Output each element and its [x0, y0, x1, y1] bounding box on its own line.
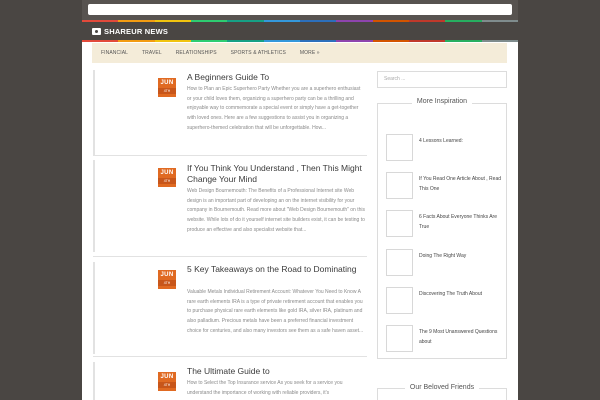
post-thumbnail[interactable] — [386, 210, 413, 237]
inspiration-link[interactable]: If You Read One Article About , Read Thi… — [419, 174, 504, 194]
site-name: SHAREUR NEWS — [104, 26, 169, 36]
camera-icon — [92, 27, 101, 35]
color-strip-segment — [82, 40, 119, 42]
nav-item-more[interactable]: MORE » — [293, 50, 327, 56]
color-strip-segment — [118, 40, 155, 42]
post-excerpt: Valuable Metals Individual Retirement Ac… — [187, 289, 364, 334]
date-badge: JUN 4TH — [158, 78, 176, 97]
sidebar-search-input[interactable]: Search ... — [377, 71, 507, 88]
post-thumbnail[interactable] — [386, 325, 413, 352]
post-thumbnail[interactable] — [386, 249, 413, 276]
post-divider — [93, 155, 367, 156]
top-bar — [82, 0, 518, 20]
post-thumbnail[interactable] — [386, 172, 413, 199]
post-title[interactable]: The Ultimate Guide to — [187, 366, 365, 377]
color-strip-segment — [299, 40, 337, 42]
inspiration-link[interactable]: Discovering The Truth About — [419, 289, 504, 299]
post-divider — [93, 356, 367, 357]
nav-item-financial[interactable]: FINANCIAL — [92, 50, 135, 56]
date-day: 4TH — [158, 178, 176, 184]
date-day: 4TH — [158, 280, 176, 286]
widget-title-text: Our Beloved Friends — [404, 384, 480, 391]
more-inspiration-title: More Inspiration — [377, 98, 507, 105]
color-strip-segment — [481, 40, 518, 42]
site-header: SHAREUR NEWS — [82, 22, 518, 40]
post-excerpt: How to Select the Top Insurance service … — [187, 380, 343, 396]
category-nav: FINANCIAL TRAVEL RELATIONSHIPS SPORTS & … — [92, 43, 507, 63]
color-strip-segment — [190, 40, 228, 42]
date-month: JUN — [160, 272, 174, 278]
color-strip-segment — [445, 40, 482, 42]
post-divider — [93, 256, 367, 257]
post-excerpt: Web Design Bournemouth: The Benefits of … — [187, 188, 366, 233]
post-thumbnail[interactable] — [386, 134, 413, 161]
inspiration-link[interactable]: The 9 Most Unanswered Questions about — [419, 327, 504, 347]
post-title[interactable]: A Beginners Guide To — [187, 72, 365, 83]
widget-title-text: More Inspiration — [411, 98, 473, 105]
color-strip-segment — [227, 40, 264, 42]
nav-item-travel[interactable]: TRAVEL — [135, 50, 169, 56]
post-title[interactable]: 5 Key Takeaways on the Road to Dominatin… — [187, 264, 365, 275]
color-strip-segment — [263, 40, 300, 42]
beloved-friends-title: Our Beloved Friends — [377, 384, 507, 391]
inspiration-link[interactable]: 6 Facts About Everyone Thinks Are True — [419, 212, 504, 232]
color-strip-segment — [408, 40, 446, 42]
color-strip-segment — [154, 40, 191, 42]
date-month: JUN — [160, 80, 174, 86]
date-month: JUN — [160, 170, 174, 176]
color-strip-content — [82, 40, 518, 42]
date-badge: JUN 4TH — [158, 168, 176, 187]
top-search-input[interactable] — [88, 4, 512, 15]
date-day: 4TH — [158, 382, 176, 388]
date-day: 4TH — [158, 88, 176, 94]
inspiration-link[interactable]: 4 Lessons Learned: — [419, 136, 504, 146]
date-month: JUN — [160, 374, 174, 380]
color-strip-segment — [336, 40, 373, 42]
site-logo[interactable]: SHAREUR NEWS — [92, 27, 168, 36]
inspiration-link[interactable]: Doing The Right Way — [419, 251, 504, 261]
post-thumbnail[interactable] — [386, 287, 413, 314]
post-title[interactable]: If You Think You Understand , Then This … — [187, 163, 365, 185]
color-strip-segment — [372, 40, 409, 42]
nav-item-relationships[interactable]: RELATIONSHIPS — [169, 50, 224, 56]
nav-item-sports-athletics[interactable]: SPORTS & ATHLETICS — [224, 50, 293, 56]
post-excerpt: How to Plan an Epic Superhero Party Whet… — [187, 86, 361, 131]
date-badge: JUN 4TH — [158, 372, 176, 391]
date-badge: JUN 4TH — [158, 270, 176, 289]
